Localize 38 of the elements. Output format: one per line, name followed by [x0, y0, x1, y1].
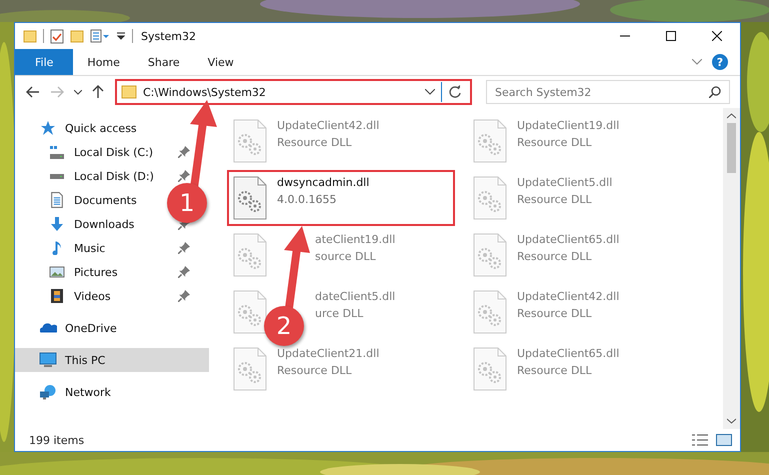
help-button[interactable]: ?	[712, 54, 728, 70]
sidebar-item[interactable]: This PC	[15, 348, 209, 372]
item-count: 199 items	[29, 434, 84, 446]
file-detail: Resource DLL	[517, 307, 592, 320]
ribbon-tab[interactable]: Share	[134, 49, 194, 75]
file-detail: Resource DLL	[517, 250, 592, 263]
ribbon-tab[interactable]: Home	[73, 49, 134, 75]
file-detail: Resource DLL	[277, 136, 352, 149]
file-name[interactable]: ateClient19.dll	[315, 233, 396, 246]
sidebar-item[interactable]: Local Disk (C:)	[15, 140, 209, 164]
ribbon-tab[interactable]: View	[194, 49, 248, 75]
search-field[interactable]: Search System32	[486, 80, 730, 104]
address-path: C:\Windows\System32	[143, 86, 267, 98]
file-detail: source DLL	[315, 250, 376, 263]
sidebar-item[interactable]: Music	[15, 236, 209, 260]
file-name[interactable]: UpdateClient5.dll	[517, 176, 612, 189]
sidebar-item[interactable]: OneDrive	[15, 316, 209, 340]
file-name[interactable]: dateClient5.dll	[315, 290, 396, 303]
file-name[interactable]: UpdateClient65.dll	[517, 347, 620, 360]
sidebar-item[interactable]: Videos	[15, 284, 209, 308]
file-name[interactable]: UpdateClient42.dll	[517, 290, 620, 303]
file-detail: Resource DLL	[517, 364, 592, 377]
file-detail: Resource DLL	[517, 136, 592, 149]
file-name[interactable]: UpdateClient65.dll	[517, 233, 620, 246]
file-detail: 4.0.0.1655	[277, 193, 336, 206]
window-title: System32	[141, 30, 196, 42]
sidebar-item[interactable]: Quick access	[15, 116, 209, 140]
file-name[interactable]: UpdateClient19.dll	[517, 119, 620, 132]
file-detail: urce DLL	[315, 307, 364, 320]
file-name[interactable]: UpdateClient42.dll	[277, 119, 380, 132]
file-menu-button[interactable]: File	[15, 49, 74, 75]
file-name[interactable]: dwsyncadmin.dll	[277, 176, 370, 189]
sidebar-item[interactable]: Network	[15, 380, 209, 404]
file-detail: Resource DLL	[517, 193, 592, 206]
file-detail: Resource DLL	[277, 364, 352, 377]
address-bar[interactable]: C:\Windows\System32	[117, 81, 470, 103]
file-name[interactable]: UpdateClient21.dll	[277, 347, 380, 360]
sidebar-item[interactable]: Pictures	[15, 260, 209, 284]
